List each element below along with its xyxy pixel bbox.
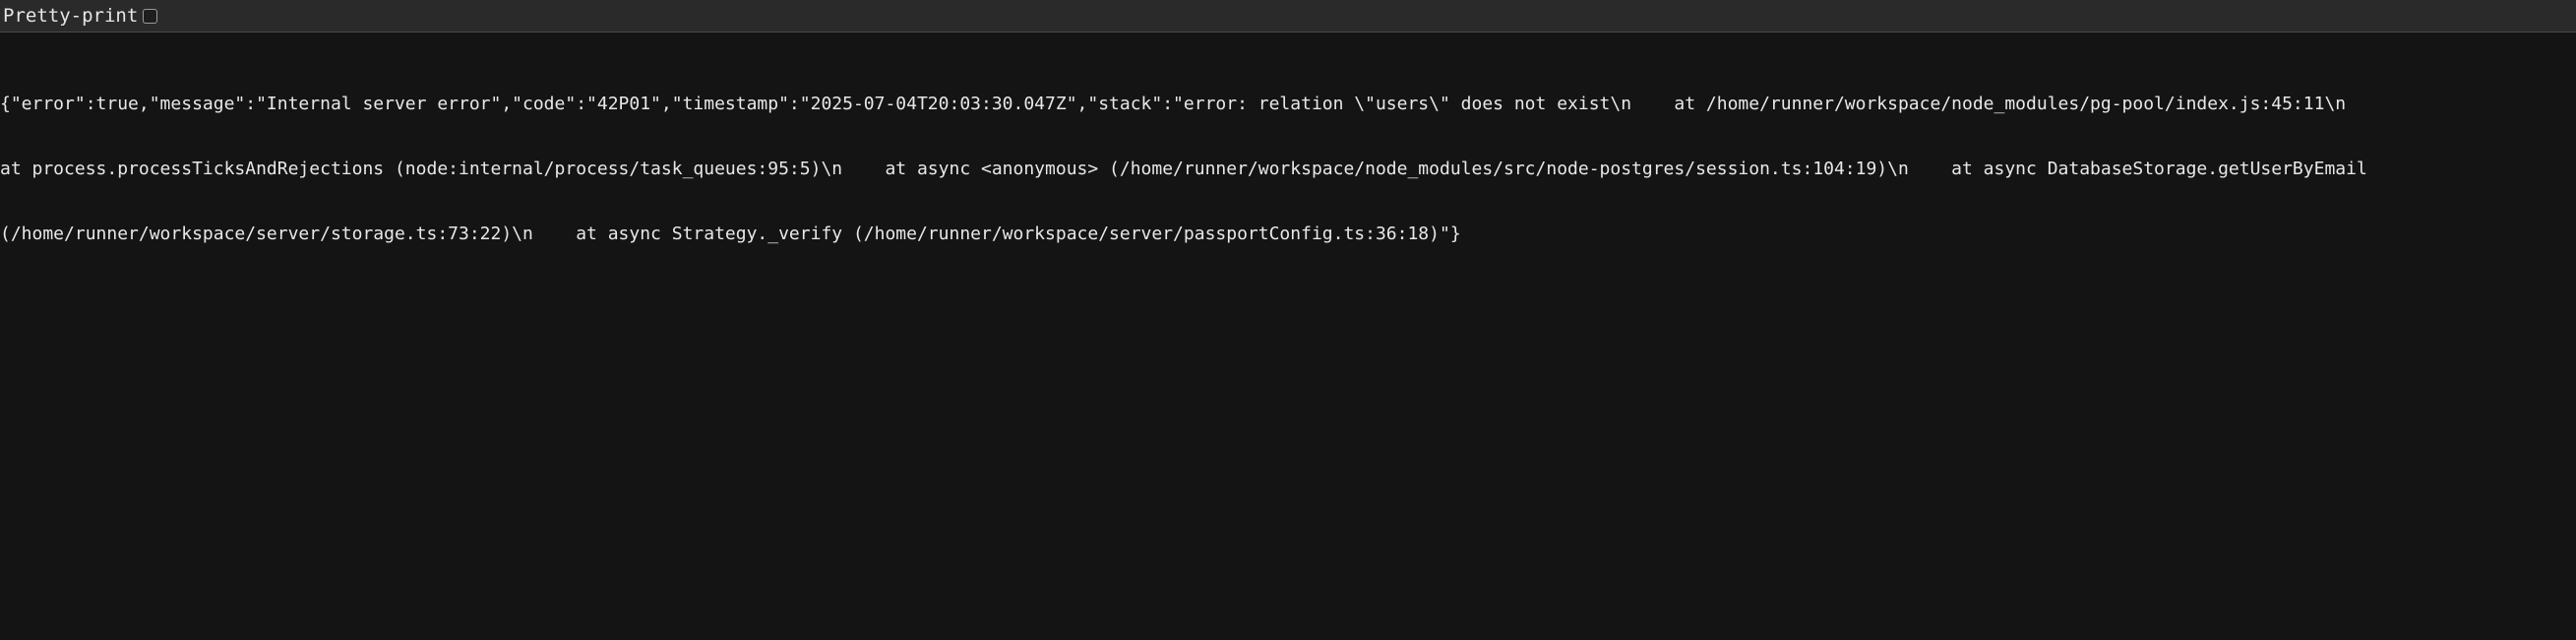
pretty-print-toolbar: Pretty-print (0, 0, 2576, 32)
response-line: (/home/runner/workspace/server/storage.t… (0, 224, 1461, 244)
pretty-print-label[interactable]: Pretty-print (3, 6, 138, 26)
response-line: {"error":true,"message":"Internal server… (0, 94, 2389, 114)
response-line: at process.processTicksAndRejections (no… (0, 159, 2367, 179)
pretty-print-checkbox[interactable] (143, 8, 158, 24)
json-response-body: {"error":true,"message":"Internal server… (0, 50, 2568, 267)
